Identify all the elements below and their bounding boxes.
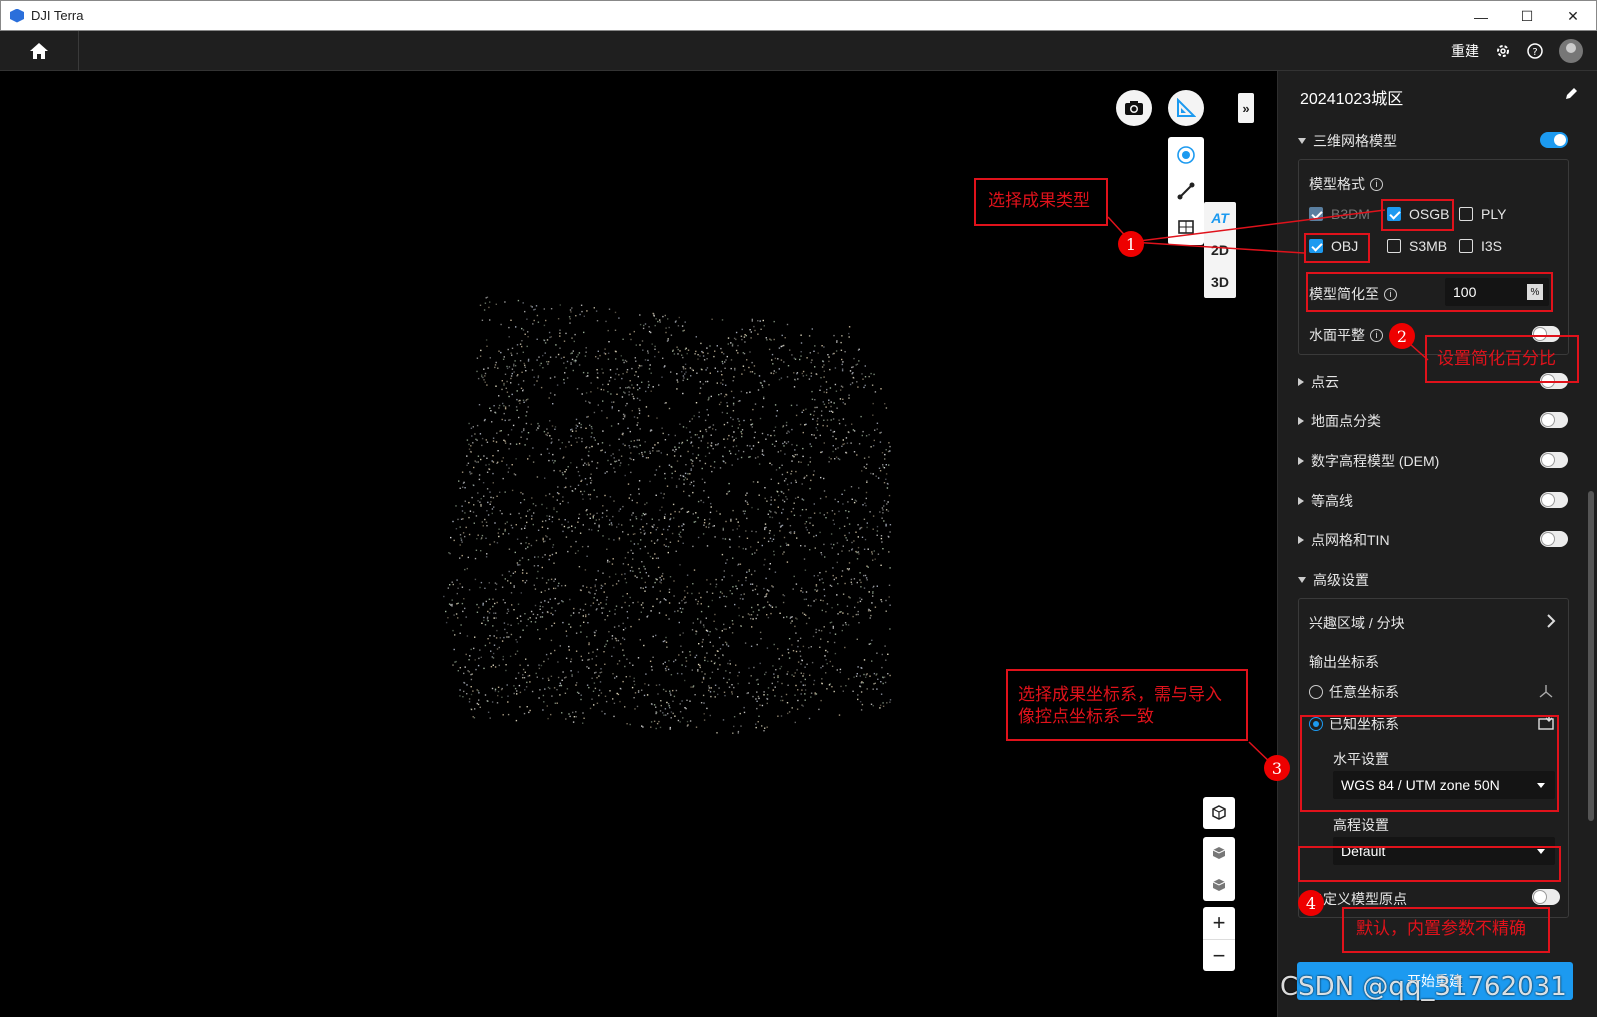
point-cloud-render (443, 296, 892, 734)
contour-toggle[interactable] (1540, 492, 1568, 508)
view-mode-tabs: AT 2D 3D (1204, 202, 1236, 298)
cube-icon (1212, 879, 1226, 891)
perspective-button[interactable] (1203, 837, 1235, 869)
watermark: CSDN @qq_31762031 (1280, 972, 1567, 1002)
top-bar: 重建 ? (0, 31, 1597, 71)
app-logo-icon (10, 8, 24, 23)
annotation-badge-1: 1 (1118, 231, 1144, 257)
orthographic-button[interactable] (1203, 869, 1235, 901)
rebuild-tab[interactable]: 重建 (1451, 41, 1479, 61)
camera-icon (1125, 101, 1143, 115)
annotation-text-2: 设置简化百分比 (1437, 349, 1556, 369)
annotation-badge-2: 2 (1389, 323, 1415, 349)
mesh-toggle[interactable] (1540, 132, 1568, 148)
app-title: DJI Terra (31, 8, 84, 23)
line-tool[interactable] (1168, 173, 1204, 209)
annotation-highlight-simplify (1306, 272, 1553, 312)
home-button[interactable] (0, 31, 79, 71)
arbitrary-crs-radio[interactable]: 任意坐标系 (1309, 682, 1399, 702)
annotation-highlight-osgb (1381, 199, 1454, 231)
svg-text:?: ? (1532, 47, 1537, 58)
cube-icon (1212, 847, 1226, 859)
gear-icon[interactable] (1495, 43, 1511, 59)
edit-pencil-icon[interactable] (1564, 87, 1578, 101)
area-tool[interactable] (1168, 209, 1204, 245)
section-contour[interactable]: 等高线 (1298, 489, 1568, 513)
project-title: 20241023城区 (1300, 91, 1404, 108)
close-button[interactable]: ✕ (1550, 1, 1596, 32)
user-avatar[interactable] (1559, 39, 1583, 63)
screenshot-button[interactable] (1116, 90, 1152, 126)
measure-tools (1168, 137, 1204, 245)
annotation-text-1: 选择成果类型 (988, 191, 1090, 211)
title-bar: DJI Terra — ☐ ✕ (0, 0, 1597, 31)
custom-origin-label: 自定义模型原点 (1309, 891, 1407, 907)
tab-3d[interactable]: 3D (1204, 266, 1236, 298)
roi-label[interactable]: 兴趣区域 / 分块 (1309, 613, 1405, 633)
collapse-panel-button[interactable]: » (1238, 93, 1254, 123)
section-dem[interactable]: 数字高程模型 (DEM) (1298, 449, 1568, 473)
tab-2d[interactable]: 2D (1204, 234, 1236, 266)
annotation-highlight-elevation (1298, 846, 1561, 882)
section-advanced[interactable]: 高级设置 (1298, 568, 1568, 592)
format-ply-checkbox[interactable]: PLY (1459, 206, 1506, 222)
annotation-highlight-known-crs (1300, 715, 1559, 812)
format-b3dm-checkbox: B3DM (1309, 206, 1370, 222)
point-tool[interactable] (1168, 137, 1204, 173)
cube-rotate-icon (1212, 805, 1226, 820)
format-s3mb-checkbox[interactable]: S3MB (1387, 238, 1447, 254)
zoom-tools: + − (1203, 907, 1235, 971)
custom-origin-toggle[interactable] (1532, 889, 1560, 905)
area-measure-icon (1178, 220, 1194, 234)
info-icon[interactable]: i (1370, 177, 1383, 191)
orientation-tools (1203, 797, 1235, 829)
section-mesh[interactable]: 三维网格模型 (1298, 129, 1568, 153)
annotation-text-3b: 像控点坐标系一致 (1018, 707, 1154, 727)
format-i3s-checkbox[interactable]: I3S (1459, 238, 1502, 254)
line-measure-icon (1177, 182, 1195, 200)
axes-icon[interactable] (1538, 683, 1554, 699)
tab-at[interactable]: AT (1204, 202, 1236, 234)
dem-toggle[interactable] (1540, 452, 1568, 468)
zoom-in-button[interactable]: + (1203, 907, 1235, 939)
camera-tools (1203, 837, 1235, 901)
annotation-text-4: 默认，内置参数不精确 (1356, 919, 1526, 939)
reset-view-button[interactable] (1203, 797, 1235, 829)
annotation-badge-3: 3 (1264, 755, 1290, 781)
minimize-button[interactable]: — (1458, 1, 1504, 32)
annotation-badge-4: 4 (1298, 890, 1324, 916)
annotation-highlight-obj (1304, 233, 1370, 263)
section-mesh-label: 三维网格模型 (1313, 133, 1397, 149)
section-ground-classification[interactable]: 地面点分类 (1298, 409, 1568, 433)
section-mesh-tin[interactable]: 点网格和TIN (1298, 528, 1568, 552)
water-flatten-label: 水面平整 (1309, 327, 1365, 343)
panel-scrollbar[interactable] (1588, 491, 1594, 821)
measure-button[interactable] (1168, 90, 1204, 126)
ground-classification-toggle[interactable] (1540, 412, 1568, 428)
elevation-setting-label: 高程设置 (1333, 817, 1389, 833)
output-crs-label: 输出坐标系 (1309, 654, 1379, 670)
mesh-tin-toggle[interactable] (1540, 531, 1568, 547)
home-icon (30, 43, 48, 59)
target-point-icon (1177, 146, 1195, 164)
ruler-triangle-icon (1177, 98, 1196, 117)
help-icon[interactable]: ? (1527, 43, 1543, 59)
model-format-label: 模型格式 (1309, 176, 1365, 192)
annotation-text-3a: 选择成果坐标系，需与导入 (1018, 685, 1222, 705)
zoom-out-button[interactable]: − (1203, 939, 1235, 971)
chevron-right-icon[interactable] (1546, 613, 1556, 629)
info-icon[interactable]: i (1370, 328, 1383, 342)
maximize-button[interactable]: ☐ (1504, 1, 1550, 32)
